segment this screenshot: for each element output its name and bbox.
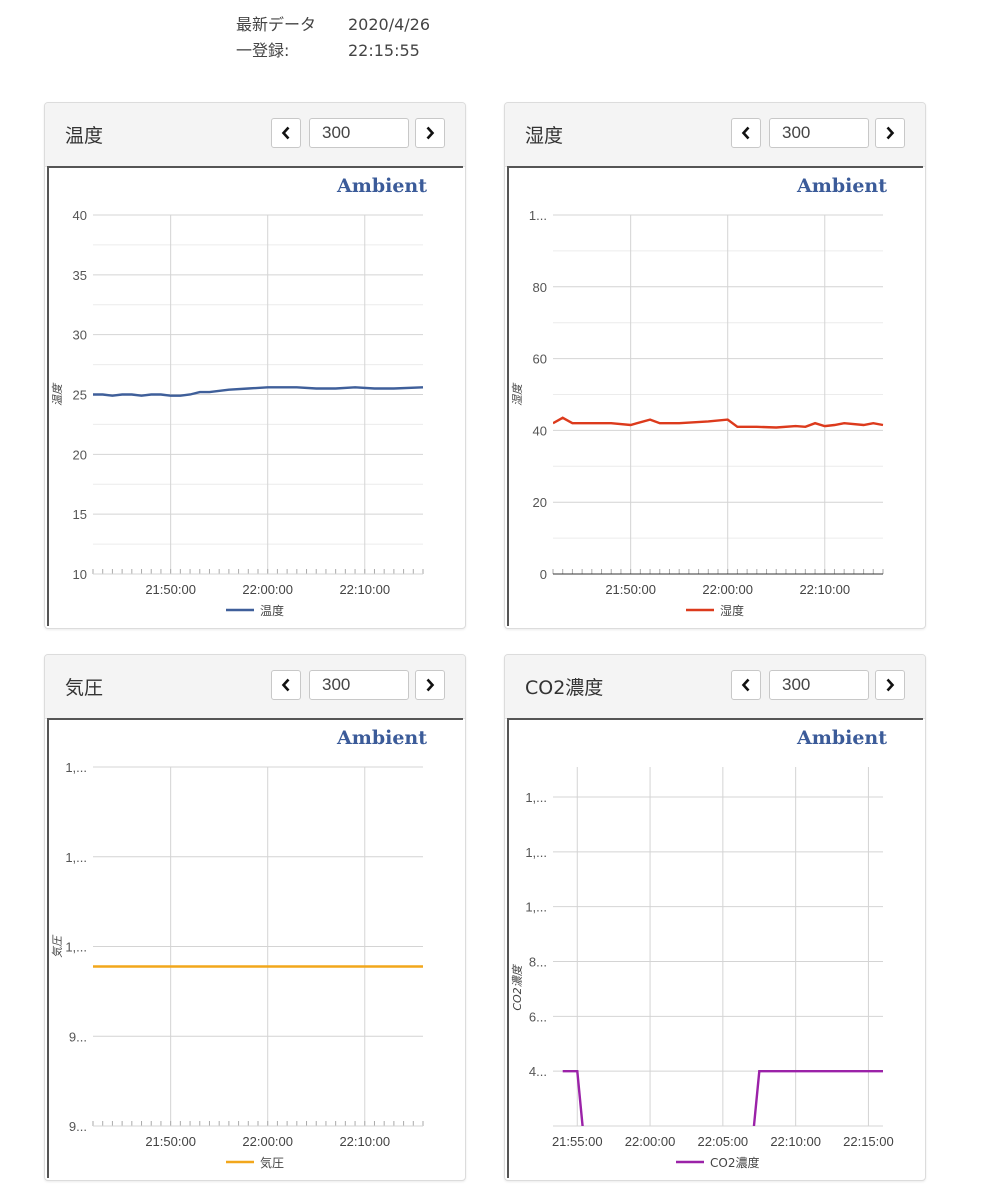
chevron-right-icon (426, 126, 435, 140)
y-tick-label: 9... (69, 1119, 87, 1134)
y-tick-label: 25 (73, 388, 87, 403)
chart-area: Ambient 1... 80 60 40 20 0 21:50:00 22:00:00 22:1… (507, 166, 923, 626)
x-tick-label: 21:50:00 (605, 582, 656, 597)
range-input[interactable] (309, 670, 409, 700)
y-tick-label: 1... (529, 208, 547, 223)
chart-area: Ambient 1,... 1,... 1,... 8... 6... 4... 21:55:… (507, 718, 923, 1178)
panel-header: CO2濃度 (505, 655, 925, 719)
chart-svg: Ambient 1,... 1,... 1,... 9... 9... 21:50:00 22… (51, 727, 427, 1170)
range-input[interactable] (769, 670, 869, 700)
x-tick-label: 22:00:00 (625, 1134, 676, 1149)
x-tick-label: 22:05:00 (698, 1134, 749, 1149)
ambient-brand: Ambient (796, 727, 887, 749)
latest-date: 2020/4/26 (348, 15, 431, 34)
panel-title: 温度 (65, 125, 104, 147)
next-range-button[interactable] (875, 670, 905, 700)
next-range-button[interactable] (875, 118, 905, 148)
panel-title: 気圧 (65, 677, 104, 699)
y-tick-label: 1,... (525, 900, 547, 915)
range-input[interactable] (309, 118, 409, 148)
x-tick-label: 22:10:00 (339, 1134, 390, 1149)
y-tick-label: 1,... (65, 940, 87, 955)
y-tick-label: 80 (533, 280, 547, 295)
ambient-brand: Ambient (336, 175, 427, 197)
x-tick-label: 22:00:00 (242, 582, 293, 597)
y-tick-label: 4... (529, 1064, 547, 1079)
prev-range-button[interactable] (271, 118, 301, 148)
y-tick-label: 0 (540, 567, 547, 582)
y-tick-label: 6... (529, 1009, 547, 1024)
chevron-right-icon (886, 678, 895, 692)
chevron-right-icon (426, 678, 435, 692)
y-tick-label: 20 (533, 495, 547, 510)
range-input[interactable] (769, 118, 869, 148)
chart-area: Ambient 1,... 1,... 1,... 9... 9... 21:50:00 22… (47, 718, 463, 1178)
chevron-left-icon (281, 678, 290, 692)
panel-header: 湿度 (505, 103, 925, 167)
chart-svg: Ambient 40 35 30 25 20 15 10 21:50:00 22:00:00 22:… (51, 175, 427, 618)
panel-header: 気圧 (45, 655, 465, 719)
y-tick-label: 1,... (65, 760, 87, 775)
chevron-left-icon (741, 678, 750, 692)
y-tick-label: 8... (529, 955, 547, 970)
latest-data-info: 最新データ 2020/4/26 一登録: 22:15:55 (236, 12, 430, 64)
legend-label: 湿度 (720, 603, 744, 618)
next-range-button[interactable] (415, 670, 445, 700)
y-axis-label: 温度 (51, 382, 64, 406)
x-tick-label: 22:15:00 (843, 1134, 894, 1149)
next-range-button[interactable] (415, 118, 445, 148)
x-tick-label: 21:50:00 (145, 582, 196, 597)
prev-range-button[interactable] (731, 670, 761, 700)
y-tick-label: 9... (69, 1029, 87, 1044)
y-tick-label: 1,... (65, 850, 87, 865)
latest-time: 22:15:55 (348, 41, 420, 60)
y-tick-label: 15 (73, 507, 87, 522)
chart-panel-temperature: 温度 Ambient 40 35 30 25 20 15 10 21:50:00 22:00:00… (44, 102, 466, 629)
ambient-brand: Ambient (336, 727, 427, 749)
chart-area: Ambient 40 35 30 25 20 15 10 21:50:00 22:00:00 22:… (47, 166, 463, 626)
y-tick-label: 60 (533, 352, 547, 367)
chevron-left-icon (281, 126, 290, 140)
chart-svg: Ambient 1... 80 60 40 20 0 21:50:00 22:00:00 22:1… (511, 175, 887, 618)
series-line (553, 416, 884, 429)
y-axis-label: 湿度 (511, 382, 524, 406)
chart-panel-humidity: 湿度 Ambient 1... 80 60 40 20 0 21:50:00 22:00:00 2… (504, 102, 926, 629)
y-tick-label: 35 (73, 268, 87, 283)
chevron-left-icon (741, 126, 750, 140)
y-tick-label: 40 (533, 423, 547, 438)
chart-svg: Ambient 1,... 1,... 1,... 8... 6... 4... 21:55:… (511, 727, 894, 1170)
y-tick-label: 30 (73, 328, 87, 343)
x-tick-label: 22:00:00 (702, 582, 753, 597)
chart-panel-pressure: 気圧 Ambient 1,... 1,... 1,... 9... 9... 21:50:0… (44, 654, 466, 1181)
x-tick-label: 22:10:00 (770, 1134, 821, 1149)
y-tick-label: 1,... (525, 845, 547, 860)
prev-range-button[interactable] (731, 118, 761, 148)
prev-range-button[interactable] (271, 670, 301, 700)
x-tick-label: 22:10:00 (799, 582, 850, 597)
x-tick-label: 21:55:00 (552, 1134, 603, 1149)
legend-label: 温度 (260, 603, 284, 618)
y-tick-label: 10 (73, 567, 87, 582)
ambient-brand: Ambient (796, 175, 887, 197)
panel-title: CO2濃度 (525, 677, 604, 699)
x-tick-label: 21:50:00 (145, 1134, 196, 1149)
x-tick-label: 22:00:00 (242, 1134, 293, 1149)
legend-label: 気圧 (260, 1155, 284, 1170)
y-axis-label: 気圧 (51, 934, 64, 958)
panel-title: 湿度 (525, 125, 564, 147)
y-axis-label: CO2濃度 (511, 963, 524, 1010)
panel-header: 温度 (45, 103, 465, 167)
x-tick-label: 22:10:00 (339, 582, 390, 597)
y-tick-label: 1,... (525, 790, 547, 805)
latest-data-label: 最新データ (236, 15, 317, 34)
registration-label: 一登録: (236, 41, 290, 60)
chevron-right-icon (886, 126, 895, 140)
legend-label: CO2濃度 (710, 1155, 759, 1170)
chart-panel-co2: CO2濃度 Ambient 1,... 1,... 1,... 8... 6... 4...… (504, 654, 926, 1181)
y-tick-label: 40 (73, 208, 87, 223)
y-tick-label: 20 (73, 447, 87, 462)
